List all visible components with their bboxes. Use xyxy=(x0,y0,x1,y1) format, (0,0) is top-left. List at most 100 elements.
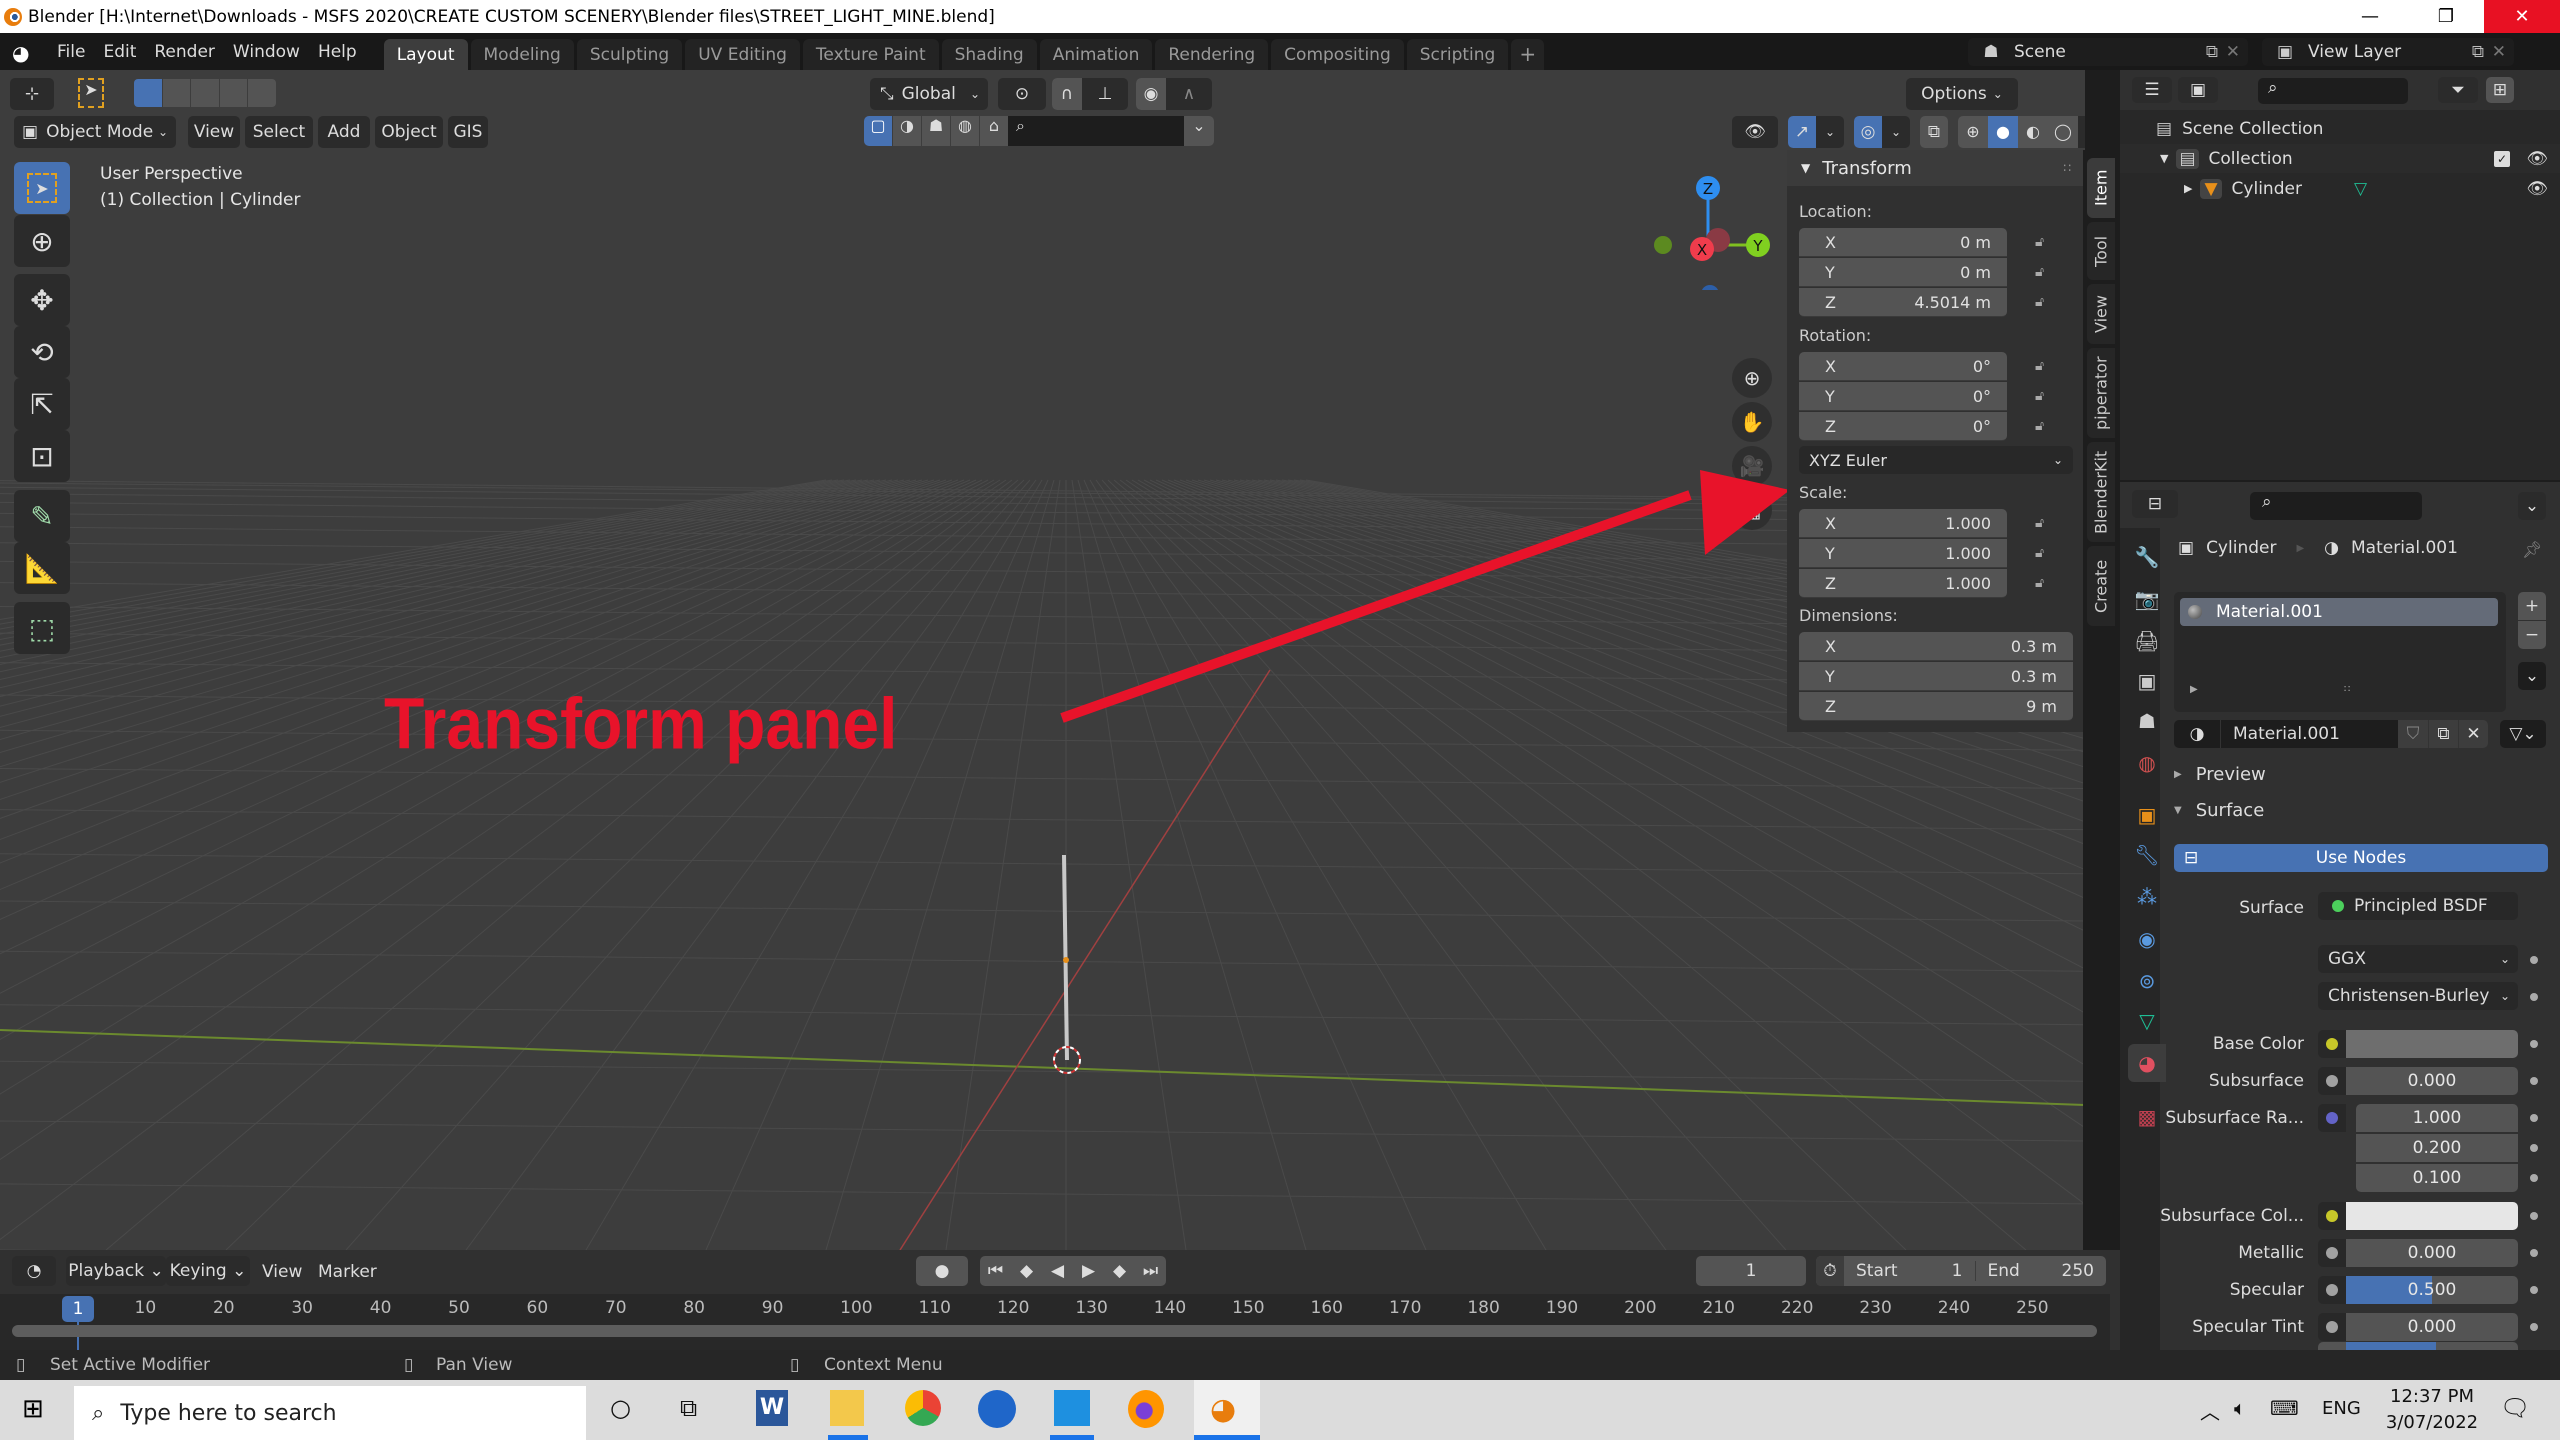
material-datablock-selector[interactable]: ◑ Material.001 ⛉ ⧉ ✕ xyxy=(2174,720,2488,748)
thunderbird-app-icon[interactable] xyxy=(978,1390,1016,1428)
outliner-row-scene-collection[interactable]: ▤ Scene Collection xyxy=(2120,114,2560,143)
value-field[interactable]: 0.100 xyxy=(2356,1164,2518,1192)
sidebar-tab-blenderkit[interactable]: BlenderKit xyxy=(2087,442,2115,542)
tab-scripting[interactable]: Scripting xyxy=(1406,39,1509,70)
tab-layout[interactable]: Layout xyxy=(383,39,468,70)
rotation-y-field[interactable]: Y 0° xyxy=(1799,382,2007,411)
surface-shader-selector[interactable]: Principled BSDF xyxy=(2318,892,2518,920)
delete-scene-icon[interactable]: ✕ xyxy=(2226,42,2240,62)
eye-icon[interactable]: 👁 xyxy=(2526,179,2548,199)
word-app-icon[interactable]: W xyxy=(756,1390,788,1426)
add-material-slot-button[interactable]: + xyxy=(2518,592,2546,620)
close-button[interactable]: ✕ xyxy=(2484,0,2560,33)
material-browse-icon[interactable]: ◑ xyxy=(2174,720,2220,748)
material-specials-button[interactable]: ⌄ xyxy=(2518,662,2546,690)
value-field[interactable]: 0.500 xyxy=(2346,1276,2518,1304)
distribution-dropdown[interactable]: GGX ⌄ xyxy=(2318,945,2518,973)
keyframe-dot[interactable] xyxy=(2530,993,2538,1001)
transform-panel-header[interactable]: ▼ Transform ∷ xyxy=(1787,150,2083,186)
menu-render[interactable]: Render xyxy=(145,42,224,62)
sidebar-tab-create[interactable]: Create xyxy=(2087,546,2115,626)
jump-end-button[interactable]: ⏭ xyxy=(1135,1256,1166,1286)
scale-y-field[interactable]: Y 1.000 xyxy=(1799,539,2007,568)
menu-file[interactable]: File xyxy=(48,42,94,62)
outliner-display-mode[interactable]: ☰ xyxy=(2132,77,2172,103)
end-frame-field[interactable]: End 250 xyxy=(1974,1261,2107,1281)
timeline-editor-type[interactable]: ◔ xyxy=(12,1256,56,1286)
tab-modeling[interactable]: Modeling xyxy=(470,39,574,70)
color-swatch-field[interactable] xyxy=(2346,1202,2518,1230)
tab-texture-paint[interactable]: Texture Paint xyxy=(802,39,939,70)
current-frame-field[interactable]: 1 xyxy=(1696,1256,1806,1286)
keyboard-icon[interactable]: ⌨ xyxy=(2270,1396,2299,1420)
cortana-icon[interactable]: ○ xyxy=(610,1394,631,1422)
task-view-icon[interactable]: ⧉ xyxy=(680,1394,697,1422)
tab-sculpting[interactable]: Sculpting xyxy=(576,39,683,70)
preview-panel-header[interactable]: ▶ Preview xyxy=(2174,764,2266,785)
modifier-properties-tab[interactable]: 🔧︎ xyxy=(2128,836,2166,874)
tab-shading[interactable]: Shading xyxy=(941,39,1037,70)
language-indicator[interactable]: ENG xyxy=(2322,1398,2361,1419)
lock-location-y-icon[interactable]: 🔓︎ xyxy=(2035,264,2055,280)
view-layer-selector[interactable]: ▣ View Layer ⧉ ✕ xyxy=(2262,38,2514,66)
rotation-x-field[interactable]: X 0° xyxy=(1799,352,2007,381)
drag-handle-icon[interactable]: ∷ xyxy=(2063,161,2071,175)
lock-rotation-y-icon[interactable]: 🔓︎ xyxy=(2035,388,2055,404)
timeline-scrollbar[interactable] xyxy=(12,1325,2097,1337)
dimensions-x-field[interactable]: X 0.3 m xyxy=(1799,632,2073,661)
file-explorer-icon[interactable] xyxy=(830,1390,864,1426)
unlink-material-icon[interactable]: ✕ xyxy=(2458,720,2488,748)
scene-properties-tab[interactable]: ☗ xyxy=(2128,702,2166,740)
timeline-view-menu[interactable]: View xyxy=(262,1262,302,1282)
keyframe-dot[interactable] xyxy=(2530,1040,2538,1048)
clock-time[interactable]: 12:37 PM xyxy=(2382,1386,2482,1407)
expand-arrow-icon[interactable]: ▶ xyxy=(2184,182,2192,195)
view-layer-properties-tab[interactable]: ▣ xyxy=(2128,662,2166,700)
notifications-icon[interactable]: 🗨︎ xyxy=(2500,1394,2530,1422)
material-slot-item[interactable]: Material.001 xyxy=(2180,598,2498,626)
input-socket[interactable] xyxy=(2318,1276,2346,1304)
show-hidden-icons[interactable]: ︿ xyxy=(2200,1396,2220,1425)
new-scene-icon[interactable]: ⧉ xyxy=(2206,42,2218,62)
chrome-app-icon[interactable] xyxy=(905,1390,941,1426)
expand-arrow-icon[interactable]: ▼ xyxy=(2160,152,2168,165)
input-socket[interactable] xyxy=(2318,1313,2346,1341)
delete-view-layer-icon[interactable]: ✕ xyxy=(2492,42,2506,62)
value-field[interactable]: 0.000 xyxy=(2346,1313,2518,1341)
playhead[interactable]: 1 xyxy=(62,1296,94,1322)
input-socket[interactable] xyxy=(2318,1104,2346,1132)
outliner-search-input[interactable]: ⌕ xyxy=(2258,78,2408,104)
world-properties-tab[interactable]: ◍ xyxy=(2128,744,2166,782)
keyframe-dot[interactable] xyxy=(2530,1323,2538,1331)
windows-start-icon[interactable]: ⊞ xyxy=(22,1394,44,1424)
firefox-app-icon[interactable] xyxy=(1128,1390,1164,1428)
lock-rotation-x-icon[interactable]: 🔓︎ xyxy=(2035,358,2055,374)
sidebar-tab-piperator[interactable]: piperator xyxy=(2087,348,2115,438)
tab-uv-editing[interactable]: UV Editing xyxy=(685,39,800,70)
constraints-properties-tab[interactable]: ⊚ xyxy=(2128,962,2166,1000)
scale-x-field[interactable]: X 1.000 xyxy=(1799,509,2007,538)
tab-animation[interactable]: Animation xyxy=(1039,39,1153,70)
link-dropdown[interactable]: ▽⌄ xyxy=(2500,720,2546,748)
menu-edit[interactable]: Edit xyxy=(94,42,145,62)
keyframe-dot[interactable] xyxy=(2530,956,2538,964)
marker-menu[interactable]: Marker xyxy=(318,1262,377,1282)
menu-window[interactable]: Window xyxy=(224,42,309,62)
physics-properties-tab[interactable]: ◉ xyxy=(2128,920,2166,958)
input-socket[interactable] xyxy=(2318,1030,2346,1058)
render-properties-tab[interactable]: 📷 xyxy=(2128,580,2166,618)
3d-viewport[interactable]: ⊹ ➤ ⤡ Global ⌄ ⊙ ∩ ⊥ ◉ ∧ Options ⌄ ▣ Object… xyxy=(0,70,2085,1250)
taskbar-search-box[interactable]: ⌕ Type here to search xyxy=(74,1386,586,1440)
use-nodes-button[interactable]: ⊟ Use Nodes xyxy=(2174,844,2548,872)
scale-z-field[interactable]: Z 1.000 xyxy=(1799,569,2007,598)
new-collection-icon[interactable]: ⊞ xyxy=(2486,77,2514,103)
properties-options-chevron[interactable]: ⌄ xyxy=(2518,492,2546,520)
play-reverse-button[interactable]: ◀ xyxy=(1042,1256,1073,1286)
jump-start-button[interactable]: ⏮ xyxy=(980,1256,1011,1286)
location-z-field[interactable]: Z 4.5014 m xyxy=(1799,288,2007,317)
surface-panel-header[interactable]: ▼ Surface xyxy=(2174,800,2264,821)
subsurface-method-dropdown[interactable]: Christensen-Burley ⌄ xyxy=(2318,982,2518,1010)
minimize-button[interactable]: — xyxy=(2332,0,2408,33)
auto-keying-toggle[interactable]: ● xyxy=(916,1256,968,1286)
input-socket[interactable] xyxy=(2318,1202,2346,1230)
